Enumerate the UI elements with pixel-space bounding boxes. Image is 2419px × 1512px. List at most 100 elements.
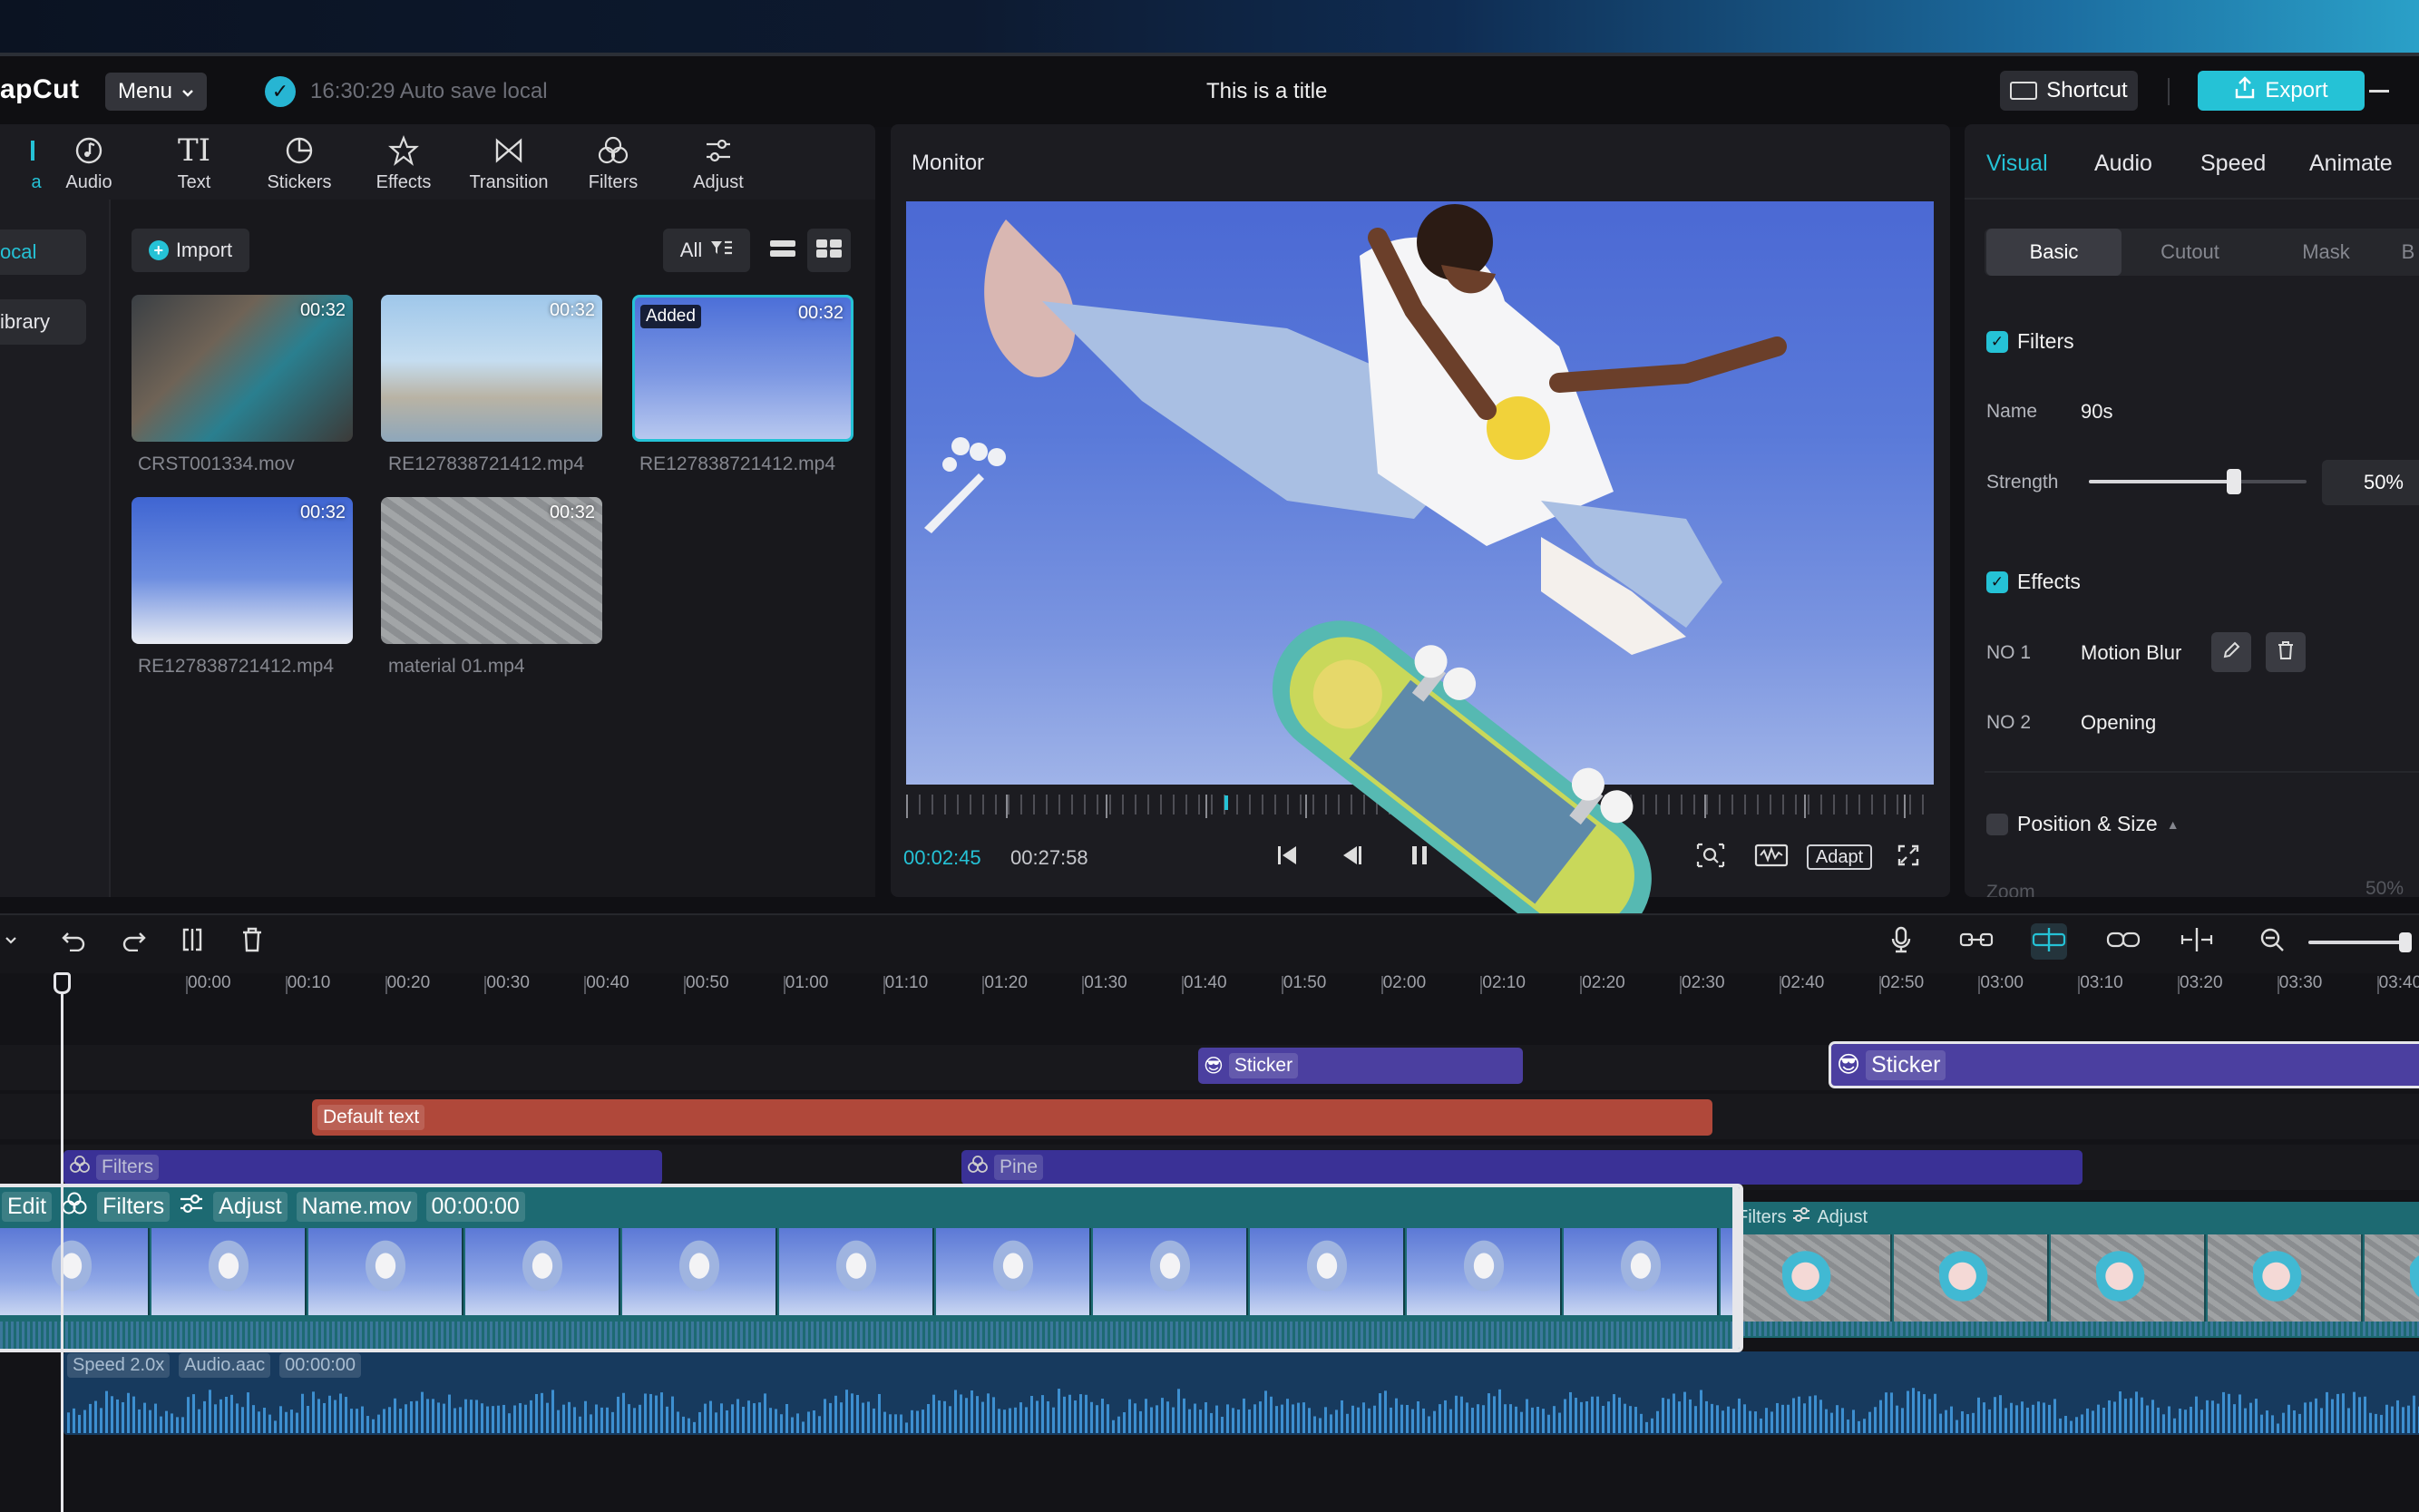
tool-filters[interactable]: Filters <box>563 127 663 200</box>
list-view-button[interactable] <box>761 229 805 272</box>
waveform-bar <box>1705 1400 1708 1433</box>
waveform-bar <box>2282 1412 2285 1433</box>
clip-trim-handle-right[interactable] <box>1732 1187 1740 1349</box>
checkbox-checked-icon[interactable]: ✓ <box>1986 330 2008 353</box>
waveform-bar <box>796 1413 799 1433</box>
import-button[interactable]: + Import <box>132 229 249 272</box>
frame-subject <box>1295 1239 1359 1306</box>
tab-speed[interactable]: Speed <box>2200 151 2266 177</box>
sticker-clip[interactable]: 😎 Sticker <box>1198 1048 1523 1084</box>
transition-icon <box>493 134 525 167</box>
split-track-button[interactable] <box>2179 923 2215 960</box>
media-filter-button[interactable]: All <box>663 229 750 272</box>
monitor-title: Monitor <box>912 151 985 175</box>
effects-section-header[interactable]: ✓ Effects <box>1986 570 2081 594</box>
minimize-icon[interactable] <box>2369 90 2389 93</box>
text-clip[interactable]: Default text <box>312 1099 1712 1136</box>
filter-clip[interactable]: Pine <box>961 1150 2082 1185</box>
zoom-preview-button[interactable] <box>1692 839 1729 875</box>
redo-button[interactable] <box>116 923 152 960</box>
skip-back-button[interactable] <box>1269 839 1305 875</box>
waveform-bar <box>622 1392 625 1433</box>
project-title[interactable]: This is a title <box>1206 79 1327 104</box>
waveform-bar <box>214 1404 217 1433</box>
tool-text[interactable]: TI Text <box>144 127 244 200</box>
grid-view-button[interactable] <box>807 229 851 272</box>
frame-back-button[interactable] <box>1334 839 1370 875</box>
video-clip-selected[interactable]: Edit Filters Adjust Name.mov 00:00:00 <box>0 1184 1743 1352</box>
sticker-clip-selected[interactable]: 😎 Sticker <box>1829 1041 2419 1088</box>
split-button[interactable] <box>174 923 210 960</box>
position-section-header[interactable]: Position & Size ▲ <box>1986 812 2180 836</box>
audio-clip[interactable]: Speed 2.0x Audio.aac 00:00:00 <box>63 1351 2419 1435</box>
menu-button[interactable]: Menu <box>105 73 207 111</box>
chain-button[interactable] <box>2105 923 2141 960</box>
tool-audio[interactable]: Audio <box>39 127 139 200</box>
media-thumbnail[interactable]: 00:32 <box>381 497 602 644</box>
waveform-bar <box>2402 1407 2404 1433</box>
waveform-bar <box>595 1404 598 1433</box>
strength-slider-handle[interactable] <box>2227 469 2241 494</box>
timeline-menu-chevron[interactable] <box>0 923 29 960</box>
media-thumbnail[interactable]: 00:32 <box>132 497 353 644</box>
filters-section-header[interactable]: ✓ Filters <box>1986 329 2074 354</box>
waveform-bar <box>2228 1393 2230 1433</box>
waveform-bar <box>78 1414 81 1433</box>
tab-audio[interactable]: Audio <box>2094 151 2152 177</box>
waveform-bar <box>154 1403 157 1433</box>
filter-clip[interactable]: Filters <box>63 1150 662 1185</box>
media-thumbnail[interactable]: 00:32 <box>132 295 353 442</box>
edit-effect-button[interactable] <box>2211 632 2251 672</box>
tab-visual[interactable]: Visual <box>1986 151 2048 177</box>
waveform-bar <box>1607 1401 1610 1433</box>
subtab-more[interactable]: B <box>2395 229 2419 276</box>
pause-button[interactable] <box>1401 839 1438 875</box>
subtab-cutout[interactable]: Cutout <box>2122 229 2258 276</box>
magnet-snap-button[interactable] <box>2031 923 2067 960</box>
waveform-bar <box>1384 1390 1387 1433</box>
time-ruler[interactable]: 00:00 00:10 00:20 00:30 00:40 00:50 01:00 01:10… <box>0 973 2419 1000</box>
strength-input[interactable]: 50% <box>2322 460 2419 505</box>
clip-edit-label[interactable]: Edit <box>2 1192 53 1222</box>
tool-effects[interactable]: Effects <box>354 127 454 200</box>
waveform-bar <box>116 1399 119 1433</box>
waveform-bar <box>2277 1423 2279 1433</box>
clip-adjust-label[interactable]: Adjust <box>213 1192 288 1222</box>
adapt-button[interactable]: Adapt <box>1807 844 1872 870</box>
timeline-zoom-slider[interactable] <box>2308 941 2408 944</box>
tick-label: 03:40 <box>2378 973 2419 992</box>
record-voice-button[interactable] <box>1883 923 1919 960</box>
tab-animate[interactable]: Animate <box>2309 151 2393 177</box>
delete-effect-button[interactable] <box>2266 632 2306 672</box>
waveform-bar <box>894 1414 897 1433</box>
subtab-basic[interactable]: Basic <box>1986 229 2122 276</box>
waveform-bar <box>1531 1407 1534 1433</box>
playhead-line[interactable] <box>61 981 63 1512</box>
video-clip[interactable]: Filters Adjust <box>1737 1202 2419 1338</box>
timeline-zoom-handle[interactable] <box>2399 932 2412 952</box>
export-button[interactable]: Export <box>2198 71 2365 111</box>
link-clips-button[interactable] <box>1958 923 1995 960</box>
undo-button[interactable] <box>55 923 92 960</box>
waveform-bar <box>731 1404 734 1433</box>
checkbox-unchecked-icon[interactable] <box>1986 813 2008 835</box>
tool-transition[interactable]: Transition <box>459 127 559 200</box>
media-thumbnail-selected[interactable]: Added 00:32 <box>632 295 853 442</box>
zoom-out-button[interactable] <box>2254 923 2290 960</box>
waveform-bar <box>1205 1402 1207 1433</box>
sidebar-item-library[interactable]: ibrary <box>0 299 86 345</box>
tool-stickers[interactable]: Stickers <box>249 127 349 200</box>
top-banner <box>0 0 2419 56</box>
waveform-button[interactable] <box>1753 839 1790 875</box>
clip-filters-label[interactable]: Filters <box>97 1192 171 1222</box>
delete-button[interactable] <box>234 923 270 960</box>
tool-adjust[interactable]: Adjust <box>668 127 768 200</box>
subtab-mask[interactable]: Mask <box>2258 229 2394 276</box>
checkbox-checked-icon[interactable]: ✓ <box>1986 571 2008 593</box>
shortcut-button[interactable]: Shortcut <box>2000 71 2138 111</box>
media-thumbnail[interactable]: 00:32 <box>381 295 602 442</box>
playhead-handle[interactable] <box>54 972 71 994</box>
fullscreen-button[interactable] <box>1890 839 1926 875</box>
waveform-bar <box>1052 1407 1055 1433</box>
sidebar-item-local[interactable]: ocal <box>0 229 86 275</box>
